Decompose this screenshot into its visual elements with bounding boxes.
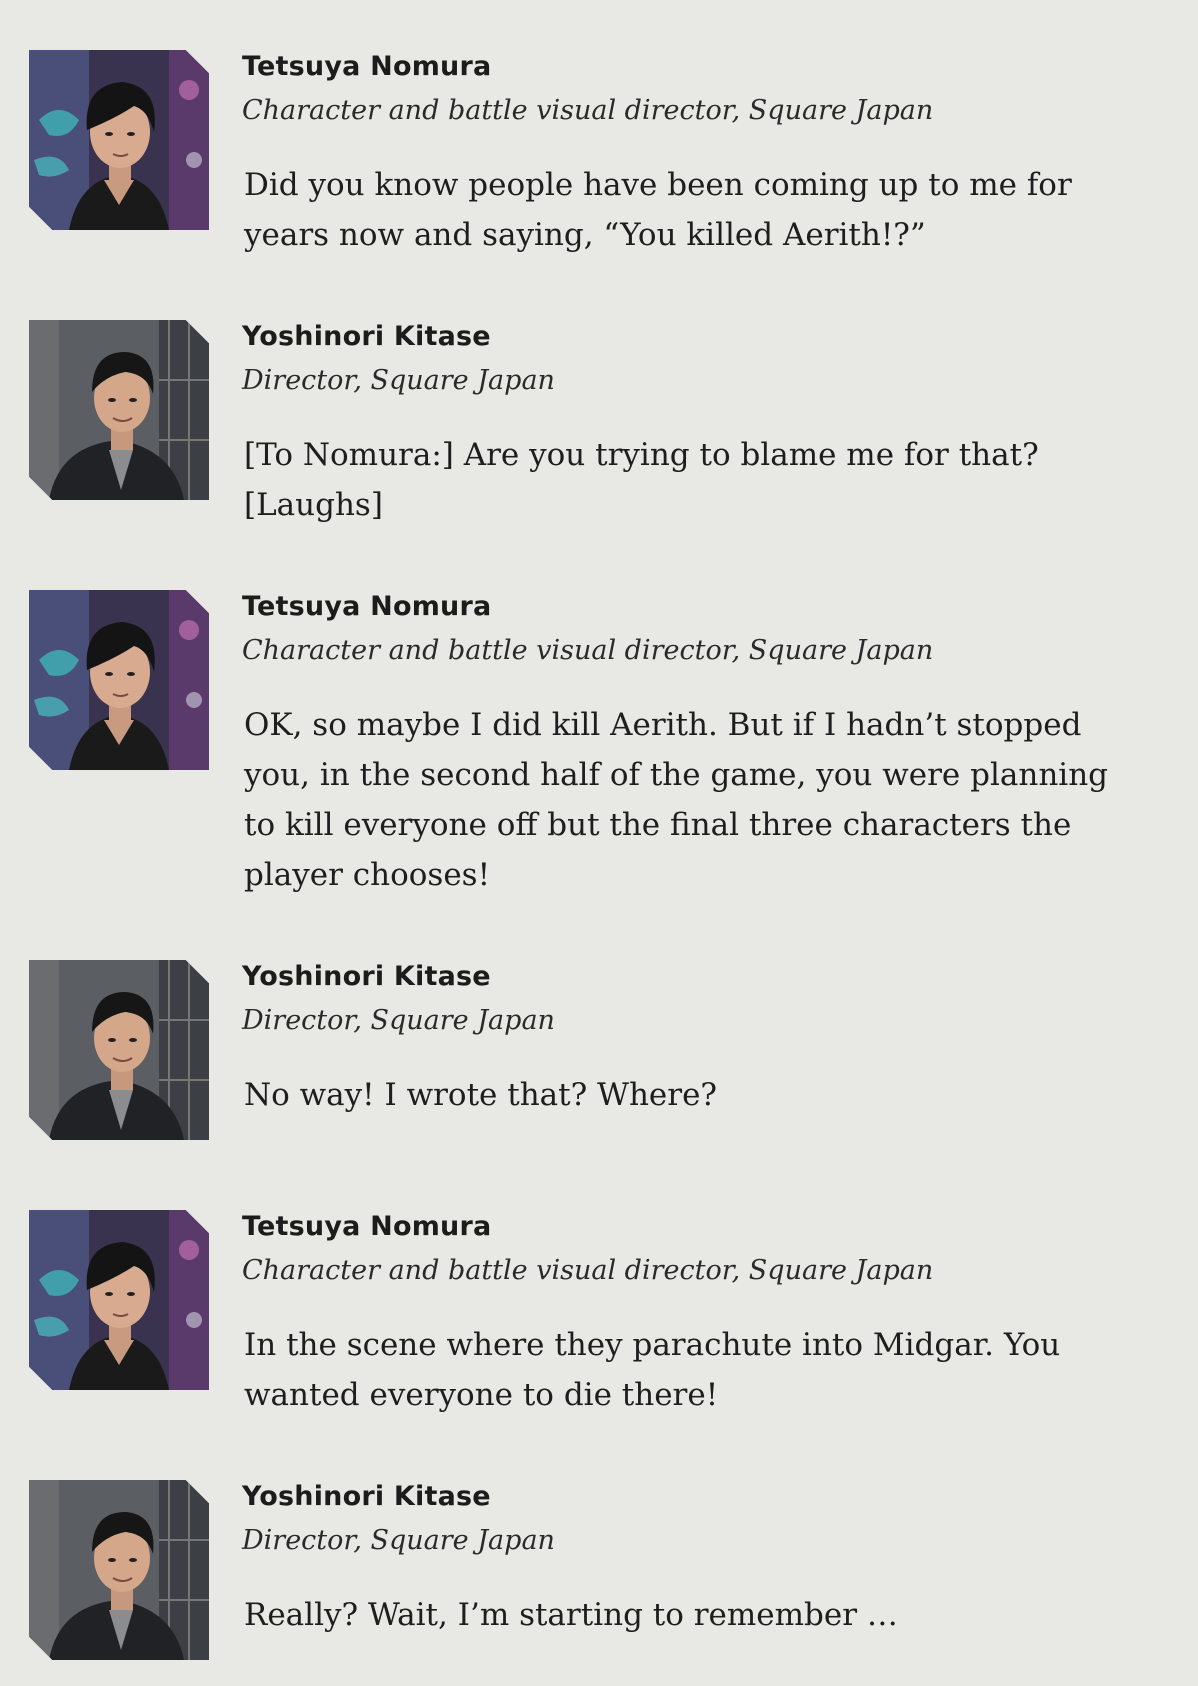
speaker-name: Tetsuya Nomura — [242, 51, 492, 82]
avatar — [29, 960, 209, 1140]
kitase-portrait-icon — [29, 960, 209, 1140]
avatar — [29, 1210, 209, 1390]
speaker-role: Director, Square Japan — [242, 365, 555, 396]
nomura-portrait-icon — [29, 50, 209, 230]
quote-text: Really? Wait, I’m starting to remember … — [244, 1597, 898, 1633]
speaker-role: Director, Square Japan — [242, 1525, 555, 1556]
kitase-portrait-icon — [29, 320, 209, 500]
speaker-role: Character and battle visual director, Sq… — [242, 1255, 934, 1286]
avatar — [29, 50, 209, 230]
speaker-name: Yoshinori Kitase — [242, 321, 491, 352]
speaker-name: Yoshinori Kitase — [242, 961, 491, 992]
speaker-role: Director, Square Japan — [242, 1005, 555, 1036]
speaker-name: Tetsuya Nomura — [242, 1211, 492, 1242]
speaker-name: Yoshinori Kitase — [242, 1481, 491, 1512]
quote-text: OK, so maybe I did kill Aerith. But if I… — [244, 707, 1109, 893]
quote-text: No way! I wrote that? Where? — [244, 1077, 718, 1113]
quote-text: Did you know people have been coming up … — [244, 167, 1072, 253]
speaker-role: Character and battle visual director, Sq… — [242, 95, 934, 126]
speaker-role: Character and battle visual director, Sq… — [242, 635, 934, 666]
quote-text: [To Nomura:] Are you trying to blame me … — [244, 437, 1039, 523]
nomura-portrait-icon — [29, 1210, 209, 1390]
quote-text: In the scene where they parachute into M… — [244, 1327, 1061, 1413]
speaker-name: Tetsuya Nomura — [242, 591, 492, 622]
avatar — [29, 590, 209, 770]
kitase-portrait-icon — [29, 1480, 209, 1660]
avatar — [29, 1480, 209, 1660]
nomura-portrait-icon — [29, 590, 209, 770]
avatar — [29, 320, 209, 500]
